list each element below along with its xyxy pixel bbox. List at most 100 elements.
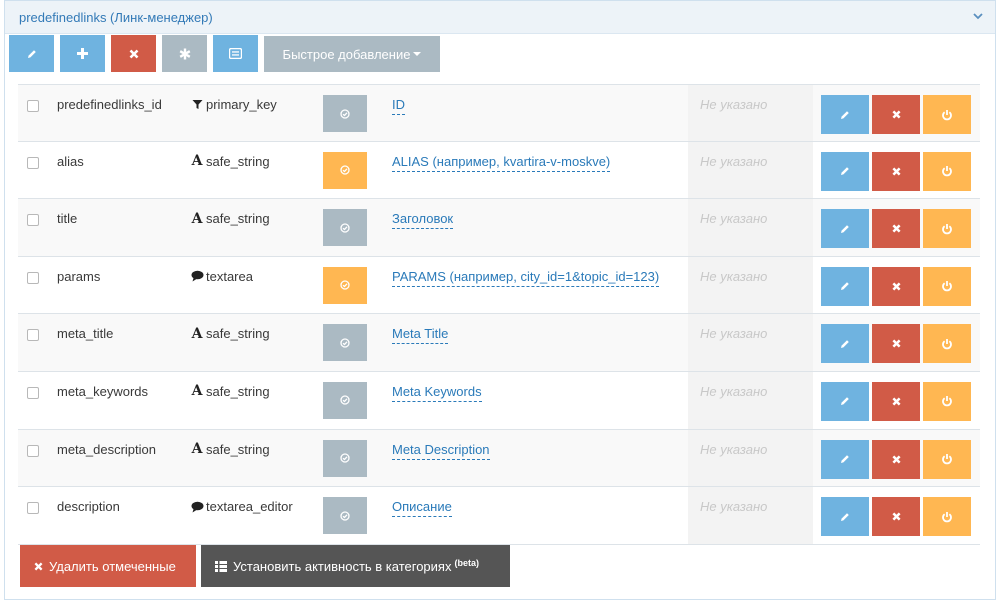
toggle-active-button[interactable] [923, 324, 971, 364]
plus-icon [77, 48, 88, 59]
field-type-label: safe_string [206, 211, 270, 227]
power-icon [942, 396, 952, 407]
field-label-link[interactable]: Описание [392, 499, 452, 518]
delete-field-button[interactable] [872, 324, 920, 364]
pencil-icon [27, 49, 36, 58]
delete-field-button[interactable] [872, 381, 920, 421]
visibility-toggle[interactable] [323, 381, 367, 419]
quick-add-dropdown[interactable]: Быстрое добавление [264, 36, 440, 72]
comment-icon [190, 500, 204, 514]
check-circle-icon [340, 223, 350, 233]
pencil-icon [841, 167, 849, 176]
row-checkbox[interactable] [27, 100, 39, 112]
field-label-link[interactable]: Заголовок [392, 211, 454, 230]
field-label-link[interactable]: ID [392, 97, 405, 115]
field-type-label: safe_string [206, 441, 270, 457]
panel-header[interactable]: predefinedlinks (Линк-менеджер) [5, 1, 995, 34]
delete-field-button[interactable] [872, 266, 920, 306]
field-label-link[interactable]: Meta Title [392, 326, 449, 345]
field-name: meta_title [57, 326, 114, 342]
visibility-toggle[interactable] [323, 151, 367, 189]
field-default-value: Не указано [688, 141, 813, 199]
pencil-icon [841, 110, 849, 119]
edit-field-button[interactable] [821, 266, 869, 306]
field-type-label: textarea [206, 268, 253, 284]
set-activity-button[interactable]: Установить активность в категориях (beta) [201, 545, 510, 587]
edit-field-button[interactable] [821, 209, 869, 249]
field-type-label: safe_string [206, 383, 270, 399]
close-icon [34, 562, 43, 570]
delete-field-button[interactable] [872, 209, 920, 249]
edit-field-button[interactable] [821, 439, 869, 479]
edit-field-button[interactable] [821, 151, 869, 191]
close-icon [891, 110, 901, 119]
delete-field-button[interactable] [872, 95, 920, 134]
delete-selected-button[interactable]: Удалить отмеченные [20, 545, 196, 587]
delete-field-button[interactable] [872, 497, 920, 537]
add-button[interactable] [60, 35, 105, 72]
power-icon [942, 166, 952, 177]
field-type: Asafe_string [190, 153, 270, 170]
pencil-icon [841, 397, 849, 406]
grid-icon [215, 560, 227, 572]
pencil-icon [841, 224, 849, 233]
chevron-down-icon[interactable] [971, 9, 985, 23]
toggle-active-button[interactable] [923, 209, 971, 249]
edit-field-button[interactable] [821, 324, 869, 364]
toggle-active-button[interactable] [923, 151, 971, 191]
row-checkbox[interactable] [27, 271, 39, 284]
delete-button[interactable] [111, 35, 156, 72]
visibility-toggle[interactable] [323, 209, 367, 247]
visibility-toggle[interactable] [323, 439, 367, 477]
delete-selected-label: Удалить отмеченные [49, 558, 176, 574]
field-type: Asafe_string [190, 326, 270, 342]
field-label-link[interactable]: Meta Description [392, 442, 490, 460]
field-default-value: Не указано [688, 371, 813, 429]
list-view-button[interactable] [213, 35, 258, 72]
field-label-link[interactable]: ALIAS (например, kvartira-v-moskve) [392, 154, 611, 172]
toggle-active-button[interactable] [923, 95, 971, 134]
field-name: meta_description [57, 441, 156, 457]
visibility-toggle[interactable] [323, 266, 367, 304]
row-checkbox[interactable] [27, 329, 39, 342]
field-row: predefinedlinks_id primary_key ID Не указан… [18, 84, 980, 142]
field-label-link[interactable]: Meta Keywords [392, 384, 482, 402]
visibility-toggle[interactable] [323, 95, 367, 132]
asterisk-icon [179, 48, 190, 59]
field-label-link[interactable]: PARAMS (например, city_id=1&topic_id=123… [392, 269, 660, 287]
row-checkbox[interactable] [27, 502, 39, 515]
toggle-active-button[interactable] [923, 439, 971, 479]
edit-button[interactable] [9, 35, 54, 72]
font-icon: A [191, 441, 203, 458]
settings-button[interactable] [162, 35, 207, 72]
field-row: meta_description Asafe_string Meta Descrip… [18, 429, 980, 488]
field-default-value: Не указано [688, 199, 813, 256]
toggle-active-button[interactable] [923, 497, 971, 537]
font-icon: A [191, 153, 203, 170]
row-checkbox[interactable] [27, 214, 39, 227]
edit-field-button[interactable] [821, 497, 869, 537]
field-row: title Asafe_string Заголовок Не указано [18, 199, 980, 257]
row-checkbox[interactable] [27, 156, 39, 169]
power-icon [942, 338, 952, 350]
field-type: textarea_editor [190, 499, 293, 514]
row-checkbox[interactable] [27, 444, 39, 457]
check-circle-icon [340, 453, 350, 463]
field-name: alias [57, 153, 84, 169]
edit-field-button[interactable] [821, 381, 869, 421]
delete-field-button[interactable] [872, 439, 920, 479]
row-checkbox[interactable] [27, 386, 39, 399]
pencil-icon [841, 512, 849, 521]
pencil-icon [841, 340, 849, 348]
power-icon [942, 454, 952, 465]
toggle-active-button[interactable] [923, 381, 971, 421]
field-row: meta_keywords Asafe_string Meta Keywords Не… [18, 371, 980, 430]
toggle-active-button[interactable] [923, 266, 971, 306]
edit-field-button[interactable] [821, 95, 869, 134]
visibility-toggle[interactable] [323, 497, 367, 535]
delete-field-button[interactable] [872, 151, 920, 191]
visibility-toggle[interactable] [323, 324, 367, 362]
check-circle-icon [340, 395, 350, 406]
field-type: Asafe_string [190, 211, 270, 227]
check-circle-icon [340, 165, 350, 175]
